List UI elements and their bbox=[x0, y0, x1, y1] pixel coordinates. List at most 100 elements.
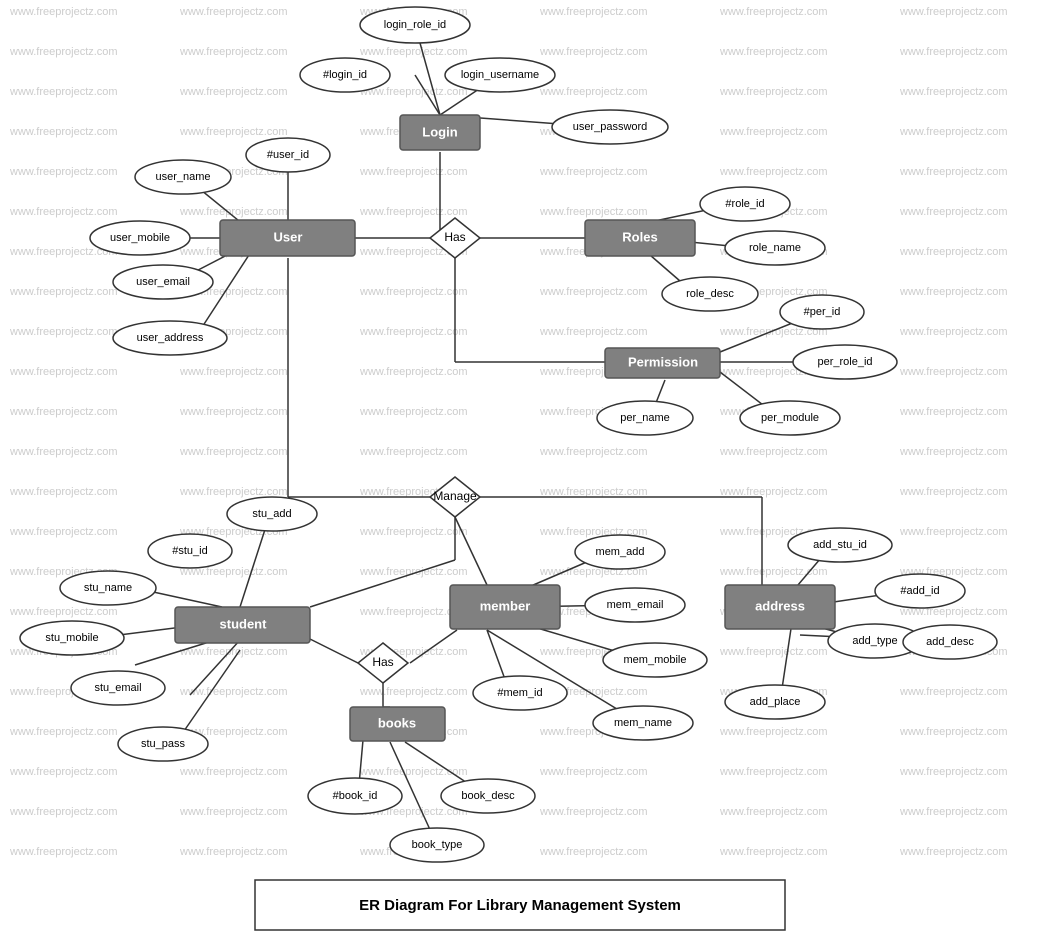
per-name-text: per_name bbox=[620, 412, 670, 424]
stu-email-text: stu_email bbox=[94, 682, 141, 694]
stu-add-text: stu_add bbox=[252, 508, 291, 520]
svg-text:www.freeprojectz.com: www.freeprojectz.com bbox=[899, 246, 1008, 258]
svg-text:www.freeprojectz.com: www.freeprojectz.com bbox=[539, 6, 648, 18]
svg-text:www.freeprojectz.com: www.freeprojectz.com bbox=[719, 806, 828, 818]
svg-text:www.freeprojectz.com: www.freeprojectz.com bbox=[9, 766, 118, 778]
svg-text:www.freeprojectz.com: www.freeprojectz.com bbox=[9, 606, 118, 618]
mem-name-text: mem_name bbox=[614, 717, 672, 729]
svg-text:www.freeprojectz.com: www.freeprojectz.com bbox=[179, 486, 288, 498]
svg-text:www.freeprojectz.com: www.freeprojectz.com bbox=[9, 446, 118, 458]
address-label: address bbox=[755, 598, 805, 613]
user-mobile-text: user_mobile bbox=[110, 232, 170, 244]
svg-text:www.freeprojectz.com: www.freeprojectz.com bbox=[359, 366, 468, 378]
svg-text:www.freeprojectz.com: www.freeprojectz.com bbox=[899, 286, 1008, 298]
stu-id-text: #stu_id bbox=[172, 545, 207, 557]
svg-text:www.freeprojectz.com: www.freeprojectz.com bbox=[179, 686, 288, 698]
user-id-text: #user_id bbox=[267, 149, 309, 161]
svg-text:www.freeprojectz.com: www.freeprojectz.com bbox=[899, 46, 1008, 58]
stu-mobile-text: stu_mobile bbox=[45, 632, 98, 644]
login-username-text: login_username bbox=[461, 69, 539, 81]
login-role-id-text: login_role_id bbox=[384, 19, 446, 31]
add-type-text: add_type bbox=[852, 635, 897, 647]
svg-text:www.freeprojectz.com: www.freeprojectz.com bbox=[9, 366, 118, 378]
svg-text:www.freeprojectz.com: www.freeprojectz.com bbox=[899, 446, 1008, 458]
stu-name-text: stu_name bbox=[84, 582, 132, 594]
svg-text:www.freeprojectz.com: www.freeprojectz.com bbox=[9, 46, 118, 58]
book-id-text: #book_id bbox=[333, 790, 378, 802]
svg-text:www.freeprojectz.com: www.freeprojectz.com bbox=[179, 126, 288, 138]
svg-text:www.freeprojectz.com: www.freeprojectz.com bbox=[539, 46, 648, 58]
svg-text:www.freeprojectz.com: www.freeprojectz.com bbox=[899, 86, 1008, 98]
svg-text:www.freeprojectz.com: www.freeprojectz.com bbox=[359, 326, 468, 338]
svg-text:www.freeprojectz.com: www.freeprojectz.com bbox=[899, 6, 1008, 18]
svg-text:www.freeprojectz.com: www.freeprojectz.com bbox=[359, 206, 468, 218]
svg-text:www.freeprojectz.com: www.freeprojectz.com bbox=[9, 846, 118, 858]
add-stu-id-text: add_stu_id bbox=[813, 539, 867, 551]
add-id-text: #add_id bbox=[900, 585, 939, 597]
svg-text:www.freeprojectz.com: www.freeprojectz.com bbox=[359, 46, 468, 58]
svg-text:www.freeprojectz.com: www.freeprojectz.com bbox=[899, 126, 1008, 138]
svg-text:www.freeprojectz.com: www.freeprojectz.com bbox=[899, 486, 1008, 498]
svg-text:www.freeprojectz.com: www.freeprojectz.com bbox=[899, 366, 1008, 378]
member-label: member bbox=[480, 598, 531, 613]
svg-text:www.freeprojectz.com: www.freeprojectz.com bbox=[719, 646, 828, 658]
svg-text:www.freeprojectz.com: www.freeprojectz.com bbox=[899, 526, 1008, 538]
permission-label: Permission bbox=[628, 354, 698, 369]
svg-text:www.freeprojectz.com: www.freeprojectz.com bbox=[9, 326, 118, 338]
role-desc-text: role_desc bbox=[686, 288, 734, 300]
has-label: Has bbox=[444, 230, 465, 244]
svg-text:www.freeprojectz.com: www.freeprojectz.com bbox=[719, 446, 828, 458]
svg-text:www.freeprojectz.com: www.freeprojectz.com bbox=[719, 6, 828, 18]
per-module-text: per_module bbox=[761, 412, 819, 424]
student-label: student bbox=[220, 616, 268, 631]
svg-text:www.freeprojectz.com: www.freeprojectz.com bbox=[539, 286, 648, 298]
svg-text:www.freeprojectz.com: www.freeprojectz.com bbox=[539, 206, 648, 218]
svg-text:www.freeprojectz.com: www.freeprojectz.com bbox=[359, 526, 468, 538]
svg-text:www.freeprojectz.com: www.freeprojectz.com bbox=[179, 46, 288, 58]
svg-text:www.freeprojectz.com: www.freeprojectz.com bbox=[719, 46, 828, 58]
svg-text:www.freeprojectz.com: www.freeprojectz.com bbox=[9, 6, 118, 18]
svg-text:www.freeprojectz.com: www.freeprojectz.com bbox=[719, 86, 828, 98]
svg-text:www.freeprojectz.com: www.freeprojectz.com bbox=[539, 806, 648, 818]
books-label: books bbox=[378, 715, 416, 730]
svg-text:www.freeprojectz.com: www.freeprojectz.com bbox=[719, 566, 828, 578]
svg-text:www.freeprojectz.com: www.freeprojectz.com bbox=[9, 126, 118, 138]
per-id-text: #per_id bbox=[804, 306, 841, 318]
svg-text:www.freeprojectz.com: www.freeprojectz.com bbox=[719, 726, 828, 738]
book-type-text: book_type bbox=[412, 839, 463, 851]
svg-text:www.freeprojectz.com: www.freeprojectz.com bbox=[899, 726, 1008, 738]
svg-text:www.freeprojectz.com: www.freeprojectz.com bbox=[9, 86, 118, 98]
svg-text:www.freeprojectz.com: www.freeprojectz.com bbox=[179, 406, 288, 418]
svg-text:www.freeprojectz.com: www.freeprojectz.com bbox=[179, 366, 288, 378]
has2-label: Has bbox=[372, 655, 393, 669]
svg-text:www.freeprojectz.com: www.freeprojectz.com bbox=[359, 406, 468, 418]
svg-text:www.freeprojectz.com: www.freeprojectz.com bbox=[9, 206, 118, 218]
user-email-text: user_email bbox=[136, 276, 190, 288]
diagram-title: ER Diagram For Library Management System bbox=[359, 897, 681, 914]
mem-id-text: #mem_id bbox=[497, 687, 542, 699]
svg-text:www.freeprojectz.com: www.freeprojectz.com bbox=[179, 766, 288, 778]
login-label: Login bbox=[422, 124, 457, 139]
svg-text:www.freeprojectz.com: www.freeprojectz.com bbox=[899, 846, 1008, 858]
svg-text:www.freeprojectz.com: www.freeprojectz.com bbox=[9, 406, 118, 418]
svg-text:www.freeprojectz.com: www.freeprojectz.com bbox=[899, 166, 1008, 178]
svg-text:www.freeprojectz.com: www.freeprojectz.com bbox=[899, 206, 1008, 218]
svg-text:www.freeprojectz.com: www.freeprojectz.com bbox=[719, 126, 828, 138]
svg-text:www.freeprojectz.com: www.freeprojectz.com bbox=[9, 806, 118, 818]
stu-pass-text: stu_pass bbox=[141, 738, 186, 750]
svg-text:www.freeprojectz.com: www.freeprojectz.com bbox=[179, 6, 288, 18]
svg-text:www.freeprojectz.com: www.freeprojectz.com bbox=[179, 446, 288, 458]
svg-text:www.freeprojectz.com: www.freeprojectz.com bbox=[9, 526, 118, 538]
svg-text:www.freeprojectz.com: www.freeprojectz.com bbox=[539, 86, 648, 98]
svg-text:www.freeprojectz.com: www.freeprojectz.com bbox=[719, 766, 828, 778]
svg-text:www.freeprojectz.com: www.freeprojectz.com bbox=[9, 486, 118, 498]
svg-text:www.freeprojectz.com: www.freeprojectz.com bbox=[359, 166, 468, 178]
svg-text:www.freeprojectz.com: www.freeprojectz.com bbox=[9, 166, 118, 178]
svg-text:www.freeprojectz.com: www.freeprojectz.com bbox=[539, 846, 648, 858]
svg-text:www.freeprojectz.com: www.freeprojectz.com bbox=[539, 486, 648, 498]
book-desc-text: book_desc bbox=[461, 790, 515, 802]
svg-text:www.freeprojectz.com: www.freeprojectz.com bbox=[899, 686, 1008, 698]
svg-text:www.freeprojectz.com: www.freeprojectz.com bbox=[899, 326, 1008, 338]
role-name-text: role_name bbox=[749, 242, 801, 254]
svg-text:www.freeprojectz.com: www.freeprojectz.com bbox=[539, 766, 648, 778]
